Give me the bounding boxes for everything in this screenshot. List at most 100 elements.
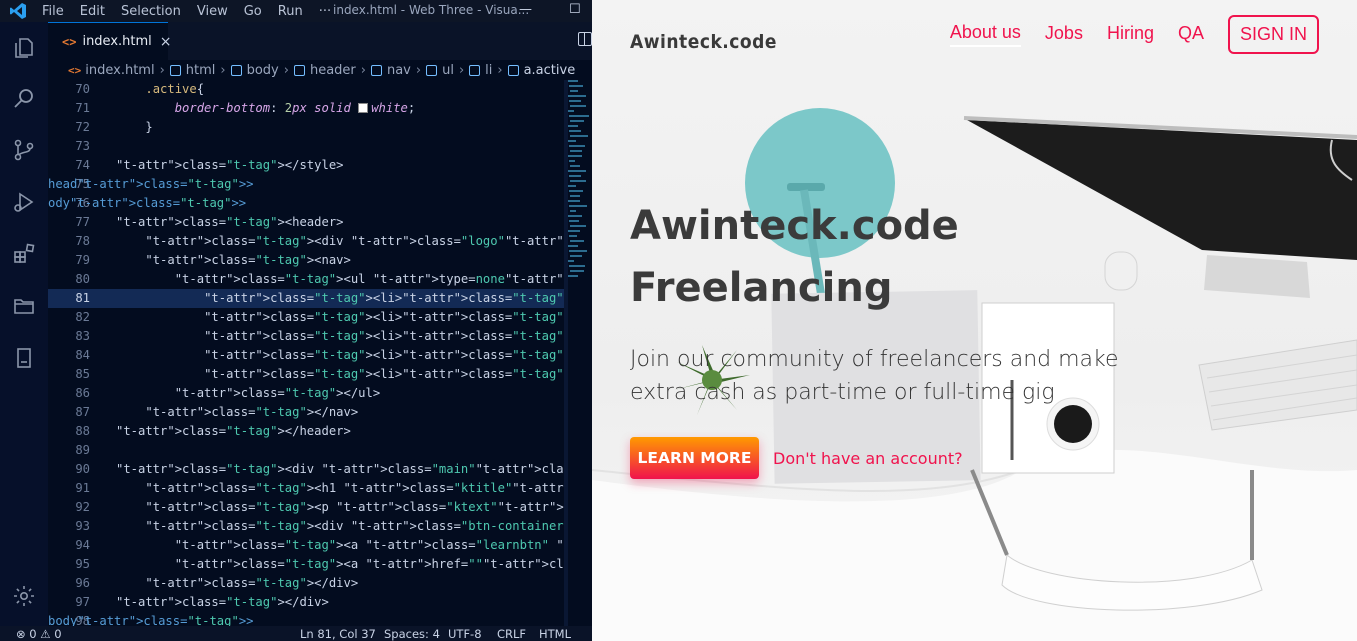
breadcrumb-item[interactable]: a.active	[507, 62, 576, 78]
no-account-link[interactable]: Don't have an account?	[773, 449, 963, 468]
chevron-right-icon: ›	[415, 62, 422, 78]
code-line[interactable]: 91 "t-attr">class="t-tag"><h1 "t-attr">c…	[48, 479, 564, 498]
code-line[interactable]: 70 .active{	[48, 80, 564, 99]
breadcrumb-item[interactable]: ul	[426, 63, 454, 78]
code-line[interactable]: 76 ody"t-attr">class="t-tag">>	[48, 194, 564, 213]
indentation[interactable]: Spaces: 4	[384, 627, 440, 641]
nav-hiring[interactable]: Hiring	[1107, 23, 1154, 46]
book-icon[interactable]	[10, 344, 38, 372]
minimap-line	[568, 200, 580, 202]
code-line[interactable]: 90 "t-attr">class="t-tag"><div "t-attr">c…	[48, 460, 564, 479]
vscode-window: File Edit Selection View Go Run ··· inde…	[0, 0, 592, 641]
search-icon[interactable]	[10, 84, 38, 112]
menu-selection[interactable]: Selection	[115, 4, 191, 19]
close-icon[interactable]: ×	[160, 34, 172, 50]
code-line[interactable]: 72 }	[48, 118, 564, 137]
breadcrumb-item[interactable]: header	[293, 63, 356, 78]
minimap-line	[569, 250, 587, 252]
tab-index-html[interactable]: <> index.html ×	[48, 22, 172, 60]
breadcrumb-item[interactable]: <> index.html	[68, 63, 155, 78]
source-control-icon[interactable]	[10, 136, 38, 164]
code-line[interactable]: 80 "t-attr">class="t-tag"><ul "t-attr">t…	[48, 270, 564, 289]
line-number: 87	[75, 405, 90, 419]
code-line[interactable]: 95 "t-attr">class="t-tag"><a "t-attr">hr…	[48, 555, 564, 574]
code-line[interactable]: 75 head"t-attr">class="t-tag">>	[48, 175, 564, 194]
code-line[interactable]: 98 body"t-attr">class="t-tag">>	[48, 612, 564, 626]
minimap-line	[570, 225, 586, 227]
code-line[interactable]: 82 "t-attr">class="t-tag"><li>"t-attr">c…	[48, 308, 564, 327]
minimap-line	[570, 105, 586, 107]
code-line[interactable]: 85 "t-attr">class="t-tag"><li>"t-attr">c…	[48, 365, 564, 384]
encoding[interactable]: UTF-8	[448, 627, 482, 641]
breadcrumb-label: a.active	[523, 62, 576, 78]
hero-title: Awinteck.code Freelancing	[630, 195, 959, 319]
element-icon	[169, 64, 181, 76]
line-number: 81	[75, 291, 90, 305]
chevron-right-icon: ›	[159, 62, 165, 78]
minimap-line	[569, 175, 581, 177]
settings-gear-icon[interactable]	[10, 582, 38, 610]
code-line[interactable]: 71 border-bottom: 2px solid white;	[48, 99, 564, 118]
code-text: "t-attr">class="t-tag"></div>	[116, 595, 329, 609]
code-line[interactable]: 92 "t-attr">class="t-tag"><p "t-attr">cl…	[48, 498, 564, 517]
minimap-line	[569, 145, 585, 147]
menu-edit[interactable]: Edit	[74, 4, 115, 19]
run-debug-icon[interactable]	[10, 188, 38, 216]
code-line[interactable]: 88 "t-attr">class="t-tag"></header>	[48, 422, 564, 441]
code-line[interactable]: 84 "t-attr">class="t-tag"><li>"t-attr">c…	[48, 346, 564, 365]
split-editor-icon[interactable]	[578, 32, 592, 46]
code-line[interactable]: 89	[48, 441, 564, 460]
minimap-line	[570, 120, 584, 122]
breadcrumb-item[interactable]: nav	[370, 63, 411, 78]
browser-preview: Awinteck.code About us Jobs Hiring QA SI…	[592, 0, 1357, 641]
breadcrumb-item[interactable]: li	[469, 63, 492, 78]
code-text: }	[116, 120, 153, 134]
code-line[interactable]: 97 "t-attr">class="t-tag"></div>	[48, 593, 564, 612]
learn-more-button[interactable]: LEARN MORE	[630, 437, 759, 479]
code-editor[interactable]: 70 .active{71 border-bottom: 2px solid w…	[48, 80, 564, 626]
code-line[interactable]: 77 "t-attr">class="t-tag"><header>	[48, 213, 564, 232]
nav-qa[interactable]: QA	[1178, 23, 1204, 46]
line-number: 80	[75, 272, 90, 286]
end-of-line[interactable]: CRLF	[497, 627, 526, 641]
site-nav: About us Jobs Hiring QA SIGN IN	[926, 14, 1319, 54]
code-line[interactable]: 94 "t-attr">class="t-tag"><a "t-attr">cl…	[48, 536, 564, 555]
code-line[interactable]: 81 "t-attr">class="t-tag"><li>"t-attr">c…	[48, 289, 564, 308]
code-line[interactable]: 83 "t-attr">class="t-tag"><li>"t-attr">c…	[48, 327, 564, 346]
cursor-position[interactable]: Ln 81, Col 37	[300, 627, 376, 641]
code-line[interactable]: 78 "t-attr">class="t-tag"><div "t-attr">…	[48, 232, 564, 251]
minimap[interactable]	[568, 80, 592, 280]
breadcrumb-label: html	[185, 62, 216, 78]
element-icon	[293, 64, 305, 76]
sign-in-button[interactable]: SIGN IN	[1227, 14, 1319, 54]
menu-run[interactable]: Run	[272, 4, 313, 19]
vscode-logo-icon[interactable]	[0, 0, 36, 22]
code-line[interactable]: 73	[48, 137, 564, 156]
line-number: 90	[75, 462, 90, 476]
line-number: 73	[75, 139, 90, 153]
menu-file[interactable]: File	[36, 4, 74, 19]
explorer-icon[interactable]	[10, 34, 38, 62]
maximize-icon[interactable]: ☐	[569, 2, 581, 17]
code-line[interactable]: 74 "t-attr">class="t-tag"></style>	[48, 156, 564, 175]
breadcrumb-item[interactable]: html	[169, 62, 216, 78]
nav-jobs[interactable]: Jobs	[1045, 23, 1083, 46]
extensions-icon[interactable]	[10, 240, 38, 268]
code-line[interactable]: 86 "t-attr">class="t-tag"></ul>	[48, 384, 564, 403]
nav-about-us[interactable]: About us	[949, 22, 1021, 47]
menu-view[interactable]: View	[191, 4, 238, 19]
code-line[interactable]: 93 "t-attr">class="t-tag"><div "t-attr">…	[48, 517, 564, 536]
minimize-icon[interactable]: —	[519, 2, 532, 17]
folder-icon[interactable]	[10, 292, 38, 320]
minimap-line	[570, 210, 576, 212]
problems-indicator[interactable]: ⊗ 0 ⚠ 0	[16, 627, 62, 641]
element-icon	[370, 64, 382, 76]
site-logo[interactable]: Awinteck.code	[630, 31, 777, 53]
code-line[interactable]: 87 "t-attr">class="t-tag"></nav>	[48, 403, 564, 422]
element-icon	[230, 64, 242, 76]
language-mode[interactable]: HTML	[539, 627, 571, 641]
menu-go[interactable]: Go	[238, 4, 272, 19]
code-line[interactable]: 96 "t-attr">class="t-tag"></div>	[48, 574, 564, 593]
breadcrumb-item[interactable]: body	[230, 63, 279, 78]
code-line[interactable]: 79 "t-attr">class="t-tag"><nav>	[48, 251, 564, 270]
